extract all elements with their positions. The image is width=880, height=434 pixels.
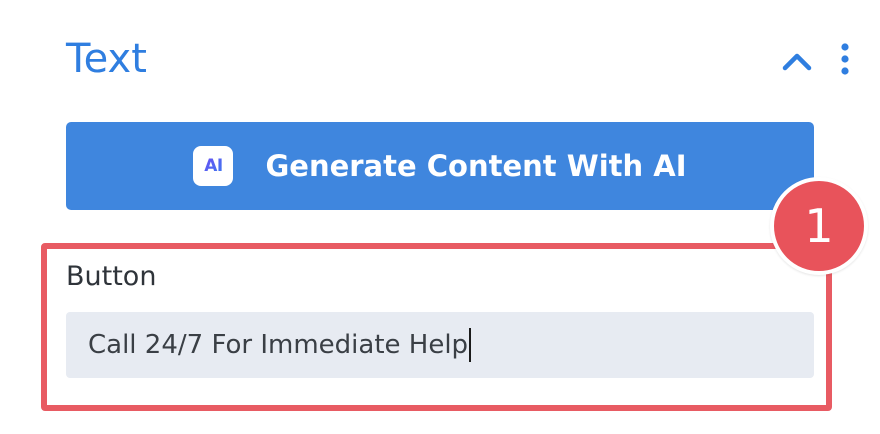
button-text-value: Call 24/7 For Immediate Help [88,330,469,360]
more-vertical-icon [841,43,849,75]
step-number-badge: 1 [770,177,868,275]
ai-button-label: Generate Content With AI [265,149,687,183]
more-options-button[interactable] [834,42,856,76]
button-field-label: Button [66,261,157,292]
generate-content-ai-button[interactable]: AI Generate Content With AI [66,122,814,210]
chevron-up-icon [782,53,812,71]
step-number: 1 [804,199,834,253]
ai-icon: AI [193,146,234,186]
section-title: Text [66,36,147,82]
collapse-section-button[interactable] [780,44,814,78]
text-caret [469,328,472,362]
ai-badge-text: AI [204,156,223,176]
text-settings-panel: Text AI Generate Content With AI 1 Butto… [0,0,880,434]
button-text-input[interactable]: Call 24/7 For Immediate Help [66,312,814,378]
